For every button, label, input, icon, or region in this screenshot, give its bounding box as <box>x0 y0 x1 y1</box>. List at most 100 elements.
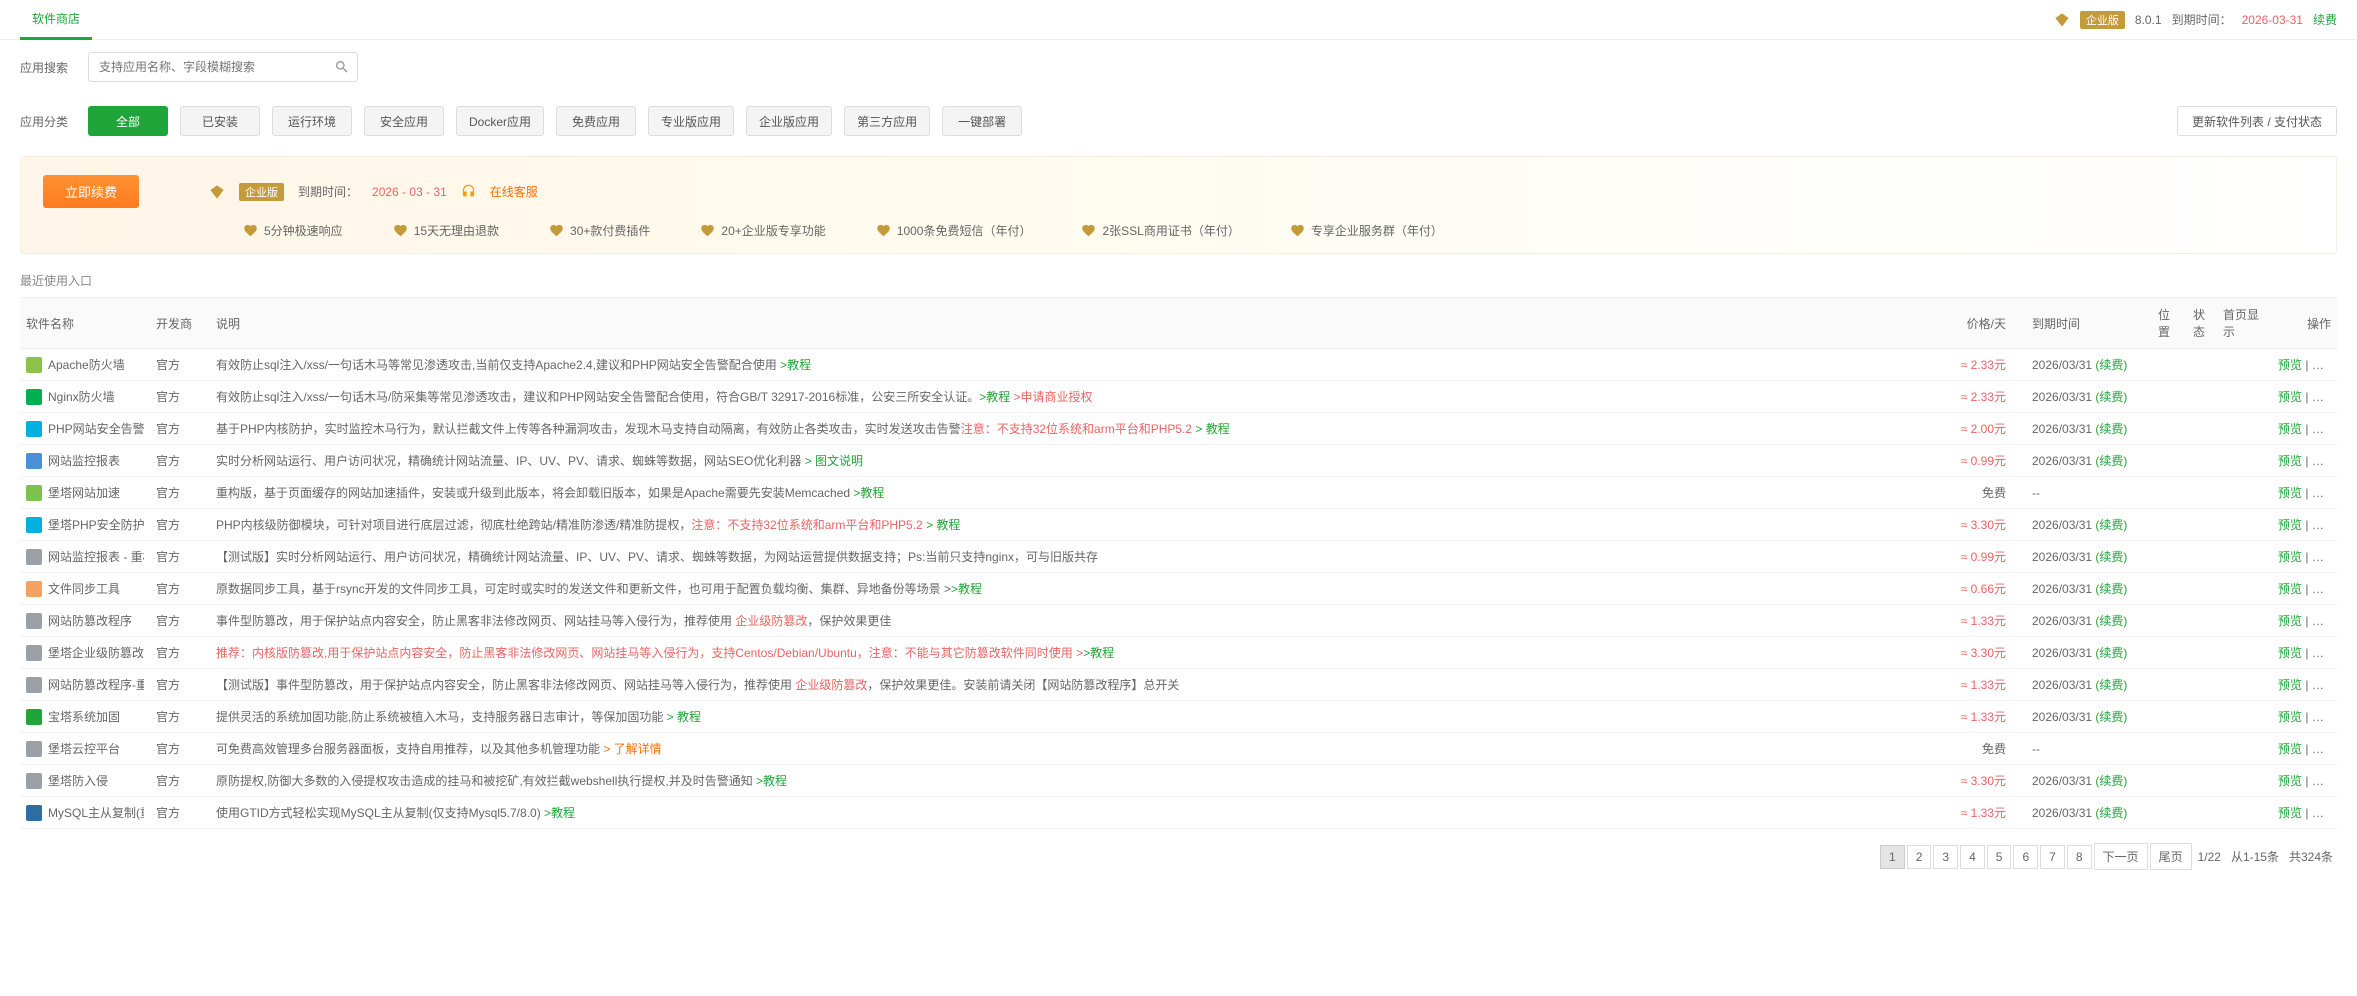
desc-link[interactable]: > 教程 <box>1195 422 1229 436</box>
page-1[interactable]: 1 <box>1880 845 1905 869</box>
install-link[interactable]: 安装 <box>2312 518 2336 532</box>
install-link[interactable]: 安装 <box>2312 454 2336 468</box>
desc-link[interactable]: >教程 <box>951 582 982 596</box>
desc-link[interactable]: >教程 <box>780 358 811 372</box>
app-name[interactable]: 堡塔PHP安全防护 <box>48 516 144 533</box>
install-link[interactable]: 安装 <box>2312 582 2336 596</box>
install-link[interactable]: 安装 <box>2312 678 2336 692</box>
desc-link[interactable]: >教程 <box>853 486 884 500</box>
desc-link[interactable]: >教程 <box>756 774 787 788</box>
renew-inline-link[interactable]: (续费) <box>2095 646 2127 660</box>
preview-link[interactable]: 预览 <box>2278 390 2302 404</box>
desc-link[interactable]: >教程 <box>1083 646 1114 660</box>
page-5[interactable]: 5 <box>1987 845 2012 869</box>
app-name[interactable]: 堡塔网站加速 <box>48 484 120 501</box>
app-name[interactable]: 堡塔云控平台 <box>48 740 120 757</box>
app-name[interactable]: 文件同步工具 <box>48 580 120 597</box>
page-4[interactable]: 4 <box>1960 845 1985 869</box>
desc-extra-link[interactable]: >申请商业授权 <box>1010 390 1092 404</box>
app-name[interactable]: Apache防火墙 <box>48 356 125 373</box>
filter-4[interactable]: Docker应用 <box>456 106 544 136</box>
preview-link[interactable]: 预览 <box>2278 518 2302 532</box>
install-link[interactable]: 安装 <box>2312 422 2336 436</box>
page-last[interactable]: 尾页 <box>2150 843 2192 870</box>
preview-link[interactable]: 预览 <box>2278 646 2302 660</box>
desc-link[interactable]: > 图文说明 <box>805 454 863 468</box>
renew-inline-link[interactable]: (续费) <box>2095 774 2127 788</box>
renew-inline-link[interactable]: (续费) <box>2095 358 2127 372</box>
renew-link[interactable]: 续费 <box>2313 11 2337 28</box>
app-name[interactable]: 网站防篡改程序 <box>48 612 132 629</box>
desc-link[interactable]: >教程 <box>544 806 575 820</box>
renew-inline-link[interactable]: (续费) <box>2095 582 2127 596</box>
preview-link[interactable]: 预览 <box>2278 550 2302 564</box>
preview-link[interactable]: 预览 <box>2278 358 2302 372</box>
app-name[interactable]: 堡塔企业级防篡改 - 重构版 <box>48 644 144 661</box>
page-7[interactable]: 7 <box>2040 845 2065 869</box>
renew-inline-link[interactable]: (续费) <box>2095 710 2127 724</box>
renew-inline-link[interactable]: (续费) <box>2095 806 2127 820</box>
app-name[interactable]: PHP网站安全告警 <box>48 420 144 437</box>
filter-3[interactable]: 安全应用 <box>364 106 444 136</box>
filter-7[interactable]: 企业版应用 <box>746 106 832 136</box>
filter-6[interactable]: 专业版应用 <box>648 106 734 136</box>
install-link[interactable]: 安装 <box>2312 646 2336 660</box>
filter-2[interactable]: 运行环境 <box>272 106 352 136</box>
install-link[interactable]: 安装 <box>2312 742 2336 756</box>
install-link[interactable]: 安装 <box>2312 358 2336 372</box>
renew-inline-link[interactable]: (续费) <box>2095 422 2127 436</box>
preview-link[interactable]: 预览 <box>2278 678 2302 692</box>
app-name[interactable]: 宝塔系统加固 <box>48 708 120 725</box>
support-link[interactable]: 在线客服 <box>490 183 538 200</box>
preview-link[interactable]: 预览 <box>2278 742 2302 756</box>
filter-9[interactable]: 一键部署 <box>942 106 1022 136</box>
filter-8[interactable]: 第三方应用 <box>844 106 930 136</box>
search-icon[interactable] <box>334 59 350 75</box>
renew-inline-link[interactable]: (续费) <box>2095 390 2127 404</box>
app-name[interactable]: 堡塔防入侵 <box>48 772 108 789</box>
renew-inline-link[interactable]: (续费) <box>2095 678 2127 692</box>
page-next[interactable]: 下一页 <box>2094 843 2148 870</box>
app-name[interactable]: MySQL主从复制(重构版) <box>48 804 144 821</box>
desc-link[interactable]: >教程 <box>979 390 1010 404</box>
filter-5[interactable]: 免费应用 <box>556 106 636 136</box>
desc-link[interactable]: > 教程 <box>926 518 960 532</box>
renew-now-button[interactable]: 立即续费 <box>43 175 139 208</box>
preview-link[interactable]: 预览 <box>2278 582 2302 596</box>
app-name[interactable]: 网站监控报表 <box>48 452 120 469</box>
preview-link[interactable]: 预览 <box>2278 454 2302 468</box>
install-link[interactable]: 安装 <box>2312 710 2336 724</box>
install-link[interactable]: 安装 <box>2312 486 2336 500</box>
app-name[interactable]: 网站防篡改程序-重构版 <box>48 676 144 693</box>
renew-inline-link[interactable]: (续费) <box>2095 454 2127 468</box>
update-list-button[interactable]: 更新软件列表 / 支付状态 <box>2177 106 2337 136</box>
page-3[interactable]: 3 <box>1933 845 1958 869</box>
desc-link[interactable]: > 了解详情 <box>603 742 661 756</box>
preview-link[interactable]: 预览 <box>2278 486 2302 500</box>
preview-link[interactable]: 预览 <box>2278 806 2302 820</box>
app-name[interactable]: 网站监控报表 - 重构版 <box>48 548 144 565</box>
page-6[interactable]: 6 <box>2013 845 2038 869</box>
renew-inline-link[interactable]: (续费) <box>2095 518 2127 532</box>
preview-link[interactable]: 预览 <box>2278 422 2302 436</box>
app-expiry: 2026/03/31 (续费) <box>2012 381 2152 413</box>
desc-text: ，保护效果更佳。安装前请关闭【网站防篡改程序】总开关 <box>867 678 1179 692</box>
page-8[interactable]: 8 <box>2067 845 2092 869</box>
desc-link[interactable]: > 教程 <box>667 710 701 724</box>
renew-inline-link[interactable]: (续费) <box>2095 550 2127 564</box>
install-link[interactable]: 安装 <box>2312 390 2336 404</box>
filter-0[interactable]: 全部 <box>88 106 168 136</box>
search-input[interactable] <box>88 52 358 82</box>
app-name[interactable]: Nginx防火墙 <box>48 388 115 405</box>
preview-link[interactable]: 预览 <box>2278 774 2302 788</box>
install-link[interactable]: 安装 <box>2312 550 2336 564</box>
renew-inline-link[interactable]: (续费) <box>2095 614 2127 628</box>
install-link[interactable]: 安装 <box>2312 806 2336 820</box>
preview-link[interactable]: 预览 <box>2278 614 2302 628</box>
preview-link[interactable]: 预览 <box>2278 710 2302 724</box>
install-link[interactable]: 安装 <box>2312 774 2336 788</box>
tab-software-store[interactable]: 软件商店 <box>20 0 92 40</box>
page-2[interactable]: 2 <box>1907 845 1932 869</box>
install-link[interactable]: 安装 <box>2312 614 2336 628</box>
filter-1[interactable]: 已安装 <box>180 106 260 136</box>
